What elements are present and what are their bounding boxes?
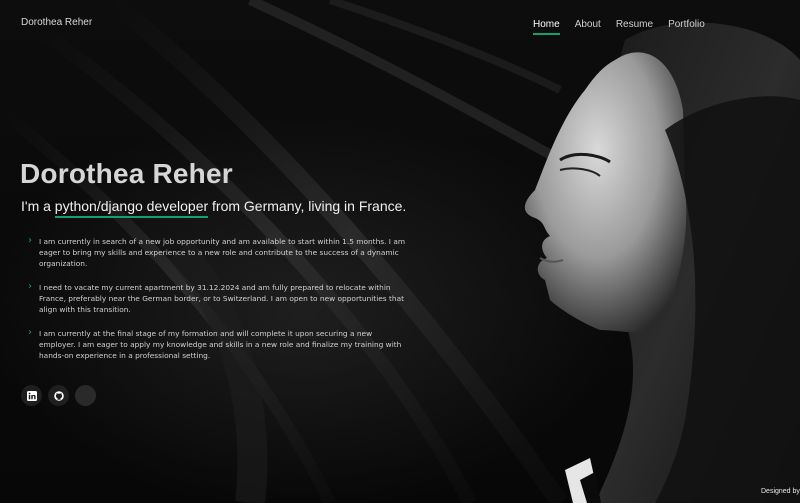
github-icon	[53, 390, 64, 401]
social-links	[21, 385, 96, 406]
site-name[interactable]: Dorothea Reher	[21, 17, 92, 28]
subtitle-role: python/django developer	[54, 198, 209, 218]
nav-about[interactable]: About	[575, 19, 601, 35]
nav-portfolio[interactable]: Portfolio	[668, 19, 705, 35]
linkedin-icon	[26, 390, 37, 401]
nav-home[interactable]: Home	[533, 19, 560, 35]
list-item: › I need to vacate my current apartment …	[28, 282, 408, 315]
intro-list: › I am currently in search of a new job …	[28, 236, 408, 374]
list-item: › I am currently in search of a new job …	[28, 236, 408, 269]
linkedin-button[interactable]	[21, 385, 42, 406]
list-item-text: I am currently at the final stage of my …	[39, 329, 402, 360]
hero-subtitle: I'm a python/django developer from Germa…	[21, 198, 407, 218]
list-item-text: I am currently in search of a new job op…	[39, 237, 406, 268]
nav-resume[interactable]: Resume	[616, 19, 653, 35]
chevron-right-icon: ›	[28, 327, 32, 338]
subtitle-prefix: I'm a	[21, 198, 51, 214]
github-button[interactable]	[48, 385, 69, 406]
list-item: › I am currently at the final stage of m…	[28, 328, 408, 361]
hero-title: Dorothea Reher	[20, 158, 233, 189]
portrait-image	[524, 22, 800, 503]
main-nav: Home About Resume Portfolio	[533, 19, 705, 35]
footer-credits: Designed by	[761, 488, 800, 495]
subtitle-suffix: from Germany, living in France.	[212, 198, 407, 214]
chevron-right-icon: ›	[28, 281, 32, 292]
list-item-text: I need to vacate my current apartment by…	[39, 283, 405, 314]
chevron-right-icon: ›	[28, 235, 32, 246]
hero-section: Dorothea Reher Home About Resume Portfol…	[0, 0, 800, 503]
blank-social-button[interactable]	[75, 385, 96, 406]
